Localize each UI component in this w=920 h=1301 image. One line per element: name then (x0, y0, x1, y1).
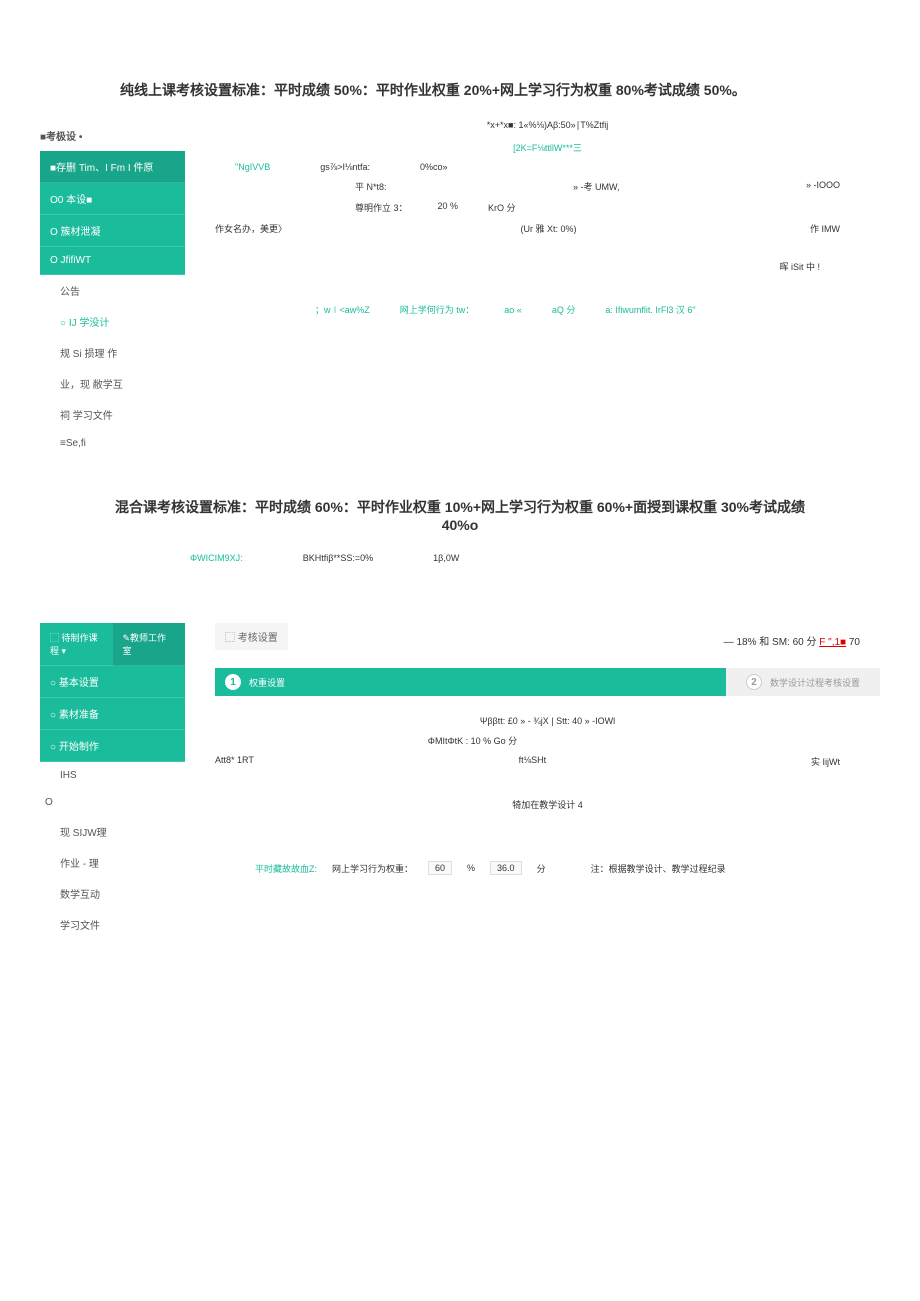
row-c2: (Ur 雅 Xt: 0%) (521, 222, 577, 235)
row-a1: 平 N*t8: (355, 180, 387, 193)
foot4: aQ 分 (552, 303, 576, 316)
sidebar-nav-4[interactable]: O JfifiWT (40, 247, 185, 275)
row-b3: KrO 分 (488, 201, 516, 214)
foot2: 网上学何行为 tw： (400, 303, 475, 316)
menu-studyfile[interactable]: 学习文件 (40, 909, 185, 940)
row-b1: 尊明作立 3： (355, 201, 408, 214)
step-1-badge: 1 (225, 674, 241, 690)
nav-material[interactable]: ○ 素材准备 (40, 698, 185, 730)
line2-b: BKHtfiβ**SS:=0% (303, 553, 373, 563)
line2-a: ΦWICIM9XJ: (190, 553, 243, 563)
menu-announcement[interactable]: 公告 (40, 275, 185, 306)
row2-c1: Att8* 1RT (215, 755, 254, 768)
menu-sefi[interactable]: ≡Se,fi (40, 430, 185, 457)
menu-sijw[interactable]: 现 SIJW理 (40, 816, 185, 847)
menu-interact[interactable]: 数学互动 (40, 878, 185, 909)
foot2-1: 平时藏故故血Z: (255, 862, 317, 875)
sidebar-nav-3[interactable]: O 簇材泄凝 (40, 215, 185, 247)
screenshot-section-2: ⬚ 待制作课程 ▾ ✎教师工作室 ○ 基本设置 ○ 素材准备 ○ 开始制作 IH… (40, 623, 880, 940)
foot2-4b: 分 (537, 862, 546, 875)
top-right-stats: — 18% 和 SM: 60 分 F ",1■ 70 (724, 633, 880, 648)
row2-c2: ft⅛SHt (519, 755, 547, 768)
breadcrumb-header: ⬚ 考核设置 (215, 623, 288, 650)
row-d: 晖 iSit 中 ! (215, 260, 880, 273)
lbl-0co: 0%co» (420, 162, 448, 172)
content-area-2: ⬚ 考核设置 — 18% 和 SM: 60 分 F ",1■ 70 1 权重设置… (185, 623, 880, 940)
step-1-weight[interactable]: 1 权重设置 (215, 668, 726, 696)
row2-c3: 实 IijWt (811, 755, 840, 768)
footer-line-2: 平时藏故故血Z: 网上学习行为权重： 60 % 36.0 分 注：根据教学设计、… (215, 861, 880, 875)
score-input[interactable]: 36.0 (490, 861, 522, 875)
step-2-badge: 2 (746, 674, 762, 690)
row2-a: Ψββtt: £0 » - ¾jX | Stt: 40 » -IOWl (215, 716, 880, 726)
lbl-ngivvb: "NgIVVB (235, 162, 270, 172)
foot2-2: 网上学习行为权重： (332, 862, 413, 875)
title-section-1: 纯线上课考核设置标准：平时成绩 50%：平时作业权重 20%+网上学习行为权重 … (40, 80, 880, 100)
row2-b: ΦMItΦtK : 10 % Go 分 (215, 734, 880, 747)
nav-start[interactable]: ○ 开始制作 (40, 730, 185, 762)
row-a2: » -考 UMW, (573, 180, 620, 193)
row-b2: 20 % (438, 201, 459, 214)
footer-line-1: ；w∣<aw%Z 网上学何行为 tw： ao « aQ 分 a: Ifiwumf… (215, 303, 880, 316)
nav-basic[interactable]: ○ 基本设置 (40, 666, 185, 698)
sidebar-1: ■考极设 • ■存删 Tim、I Fm I 件原 O0 本设■ O 簇材泄凝 O… (40, 120, 185, 457)
step-1-label: 权重设置 (249, 676, 285, 689)
nav-top1[interactable]: ⬚ 待制作课程 ▾ (40, 623, 113, 666)
menu-homework[interactable]: 作业 - 理 (40, 847, 185, 878)
foot5: a: Ifiwumflit. IrFl3 汉 6" (605, 303, 695, 316)
sidebar-nav-2[interactable]: O0 本设■ (40, 183, 185, 215)
step-bar: 1 权重设置 2 数学设计过程考核设置 (215, 668, 880, 696)
weight-input[interactable]: 60 (428, 861, 452, 875)
screenshot-section-1: ■考极设 • ■存删 Tim、I Fm I 件原 O0 本设■ O 簇材泄凝 O… (40, 120, 880, 457)
foot3: ao « (504, 305, 522, 315)
content-area-1: *x+*x■: 1«%⅛)Aβ:50»∣T%Ztfij [2K=F⅛ttllW*… (185, 120, 880, 457)
menu-rule[interactable]: 规 Si 损理 作 (40, 337, 185, 368)
row2-d: 犄加在教学设计 4 (215, 798, 880, 811)
menu-file[interactable]: 祠 学习文件 (40, 399, 185, 430)
menu-o[interactable]: O (40, 789, 185, 816)
menu-ihs[interactable]: IHS (40, 762, 185, 789)
sidebar-nav-1[interactable]: ■存删 Tim、I Fm I 件原 (40, 151, 185, 183)
row-c3: 作 IMW (810, 222, 840, 235)
sidebar-2: ⬚ 待制作课程 ▾ ✎教师工作室 ○ 基本设置 ○ 素材准备 ○ 开始制作 IH… (40, 623, 185, 940)
row-a3: » -IOOO (806, 180, 840, 193)
foot2-5: 注：根据教学设计、教学过程纪录 (591, 862, 726, 875)
header-label: ■考极设 • (40, 120, 185, 151)
top-crumb: *x+*x■: 1«%⅛)Aβ:50»∣T%Ztfij (215, 120, 880, 131)
mid-info-line: ΦWICIM9XJ: BKHtfiβ**SS:=0% 1β,0W (40, 553, 880, 563)
step-indicator: [2K=F⅛ttllW***三 (215, 141, 880, 154)
nav-top2[interactable]: ✎教师工作室 (113, 623, 186, 666)
menu-work[interactable]: 业，现 敝学互 (40, 368, 185, 399)
foot2-3b: % (467, 863, 475, 873)
line2-c: 1β,0W (433, 553, 459, 563)
menu-design[interactable]: ○ IJ 学没计 (40, 306, 185, 337)
title-section-2: 混合课考核设置标准：平时成绩 60%：平时作业权重 10%+网上学习行为权重 6… (40, 497, 880, 533)
row-c1: 作女名办，美更〉 (215, 222, 287, 235)
step-2-process[interactable]: 2 数学设计过程考核设置 (726, 668, 880, 696)
lbl-gs: gs⅞>I⅛ntfa: (320, 162, 370, 172)
step-2-label: 数学设计过程考核设置 (770, 676, 860, 689)
foot1: ；w∣<aw%Z (315, 303, 370, 316)
